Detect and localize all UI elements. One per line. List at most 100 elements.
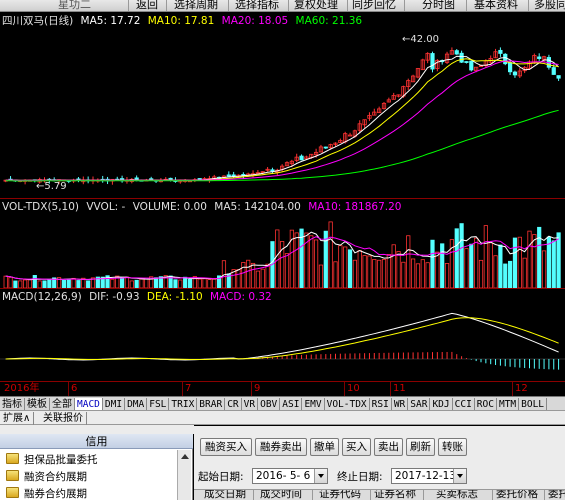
folder-icon [6, 470, 19, 481]
end-date-label: 终止日期: [337, 471, 383, 483]
end-date-picker[interactable]: 2017-12-13 [391, 468, 467, 484]
volume-bar [61, 279, 67, 288]
volume-bar [207, 279, 212, 288]
credit-panel: 信用 担保品批量委托 融资合约展期 融券合约展期 [0, 434, 193, 500]
chevron-down-icon[interactable] [314, 469, 327, 483]
tab-sar[interactable]: SAR [408, 398, 431, 410]
menu-item-select-period[interactable]: 选择周期 [174, 0, 218, 11]
volume-bar [459, 223, 464, 288]
volume-bar [406, 235, 411, 288]
col-trade-time[interactable]: 成交时间 [260, 490, 302, 500]
candle-body [347, 134, 353, 137]
col-order-qty[interactable]: 委托数量 [548, 490, 565, 500]
tab-wr[interactable]: WR [392, 398, 409, 410]
col-security-name[interactable]: 证券名称 [374, 490, 416, 500]
tab-kdj[interactable]: KDJ [430, 398, 453, 410]
tab-macd[interactable]: MACD [75, 398, 103, 410]
low-price-label: ←5.79 [36, 181, 67, 192]
tab-indicator[interactable]: 指标 [0, 398, 25, 410]
volume-bar [410, 258, 416, 288]
tab-asi[interactable]: ASI [280, 398, 303, 410]
transfer-button[interactable]: 转账 [438, 438, 467, 456]
tab-obv[interactable]: OBV [258, 398, 281, 410]
tab-vol-tdx[interactable]: VOL-TDX [325, 398, 370, 410]
macd-chart[interactable] [0, 304, 565, 381]
volume-bar [260, 268, 265, 288]
volume-bar [284, 253, 290, 288]
menu-item-broker: 星功二 [58, 0, 91, 11]
sell-button[interactable]: 卖出 [374, 438, 403, 456]
menu-item-intraday[interactable]: 分时图 [422, 0, 455, 11]
kline-chart[interactable]: ←42.00 ←5.79 [0, 28, 565, 198]
stock-name: 四川双马(日线) [2, 15, 74, 27]
tab-template[interactable]: 模板 [25, 398, 50, 410]
volume-bar [420, 259, 425, 288]
volume-chart[interactable] [0, 214, 565, 288]
tab-all[interactable]: 全部 [50, 398, 75, 410]
tab-cci[interactable]: CCI [453, 398, 475, 410]
tab-fsl[interactable]: FSL [147, 398, 170, 410]
tab-rsi[interactable]: RSI [370, 398, 392, 410]
tab-emv[interactable]: EMV [302, 398, 325, 410]
short-sell-button[interactable]: 融券卖出 [255, 438, 307, 456]
candle-body [299, 155, 304, 161]
tab-trix[interactable]: TRIX [169, 398, 198, 410]
volume-bar [381, 258, 387, 288]
menu-short-contract-extension-label: 融券合约展期 [24, 488, 87, 500]
volume-bar [469, 243, 474, 288]
credit-panel-title: 信用 [0, 434, 193, 449]
volume-bar [396, 251, 401, 288]
tab-extend[interactable]: 扩展∧ [0, 412, 35, 425]
candle-body [464, 61, 469, 63]
tab-vr[interactable]: VR [242, 398, 259, 410]
tab-boll[interactable]: BOLL [519, 398, 548, 410]
col-trade-date[interactable]: 成交日期 [204, 490, 246, 500]
volume-bar [333, 261, 338, 288]
menu-margin-contract-extension[interactable]: 融资合约展期 [6, 469, 87, 485]
menu-item-rights-adjust[interactable]: 复权处理 [294, 0, 338, 11]
volume-bar [430, 239, 435, 288]
tab-brar[interactable]: BRAR [197, 398, 226, 410]
menu-item-sync-recall[interactable]: 同步回忆 [352, 0, 396, 11]
margin-buy-button[interactable]: 融资买入 [200, 438, 252, 456]
buy-button[interactable]: 买入 [342, 438, 371, 456]
tab-roc[interactable]: ROC [475, 398, 497, 410]
col-order-price[interactable]: 委托价格 [496, 490, 538, 500]
volume-bar [110, 278, 115, 288]
tab-dma[interactable]: DMA [125, 398, 148, 410]
candle-body [503, 53, 508, 65]
tab-related-quotes[interactable]: 关联报价 [40, 412, 87, 425]
volume-bar [493, 255, 498, 288]
tab-cr[interactable]: CR [225, 398, 242, 410]
menu-collateral-batch-order[interactable]: 担保品批量委托 [6, 452, 98, 468]
cancel-order-button[interactable]: 撤单 [310, 438, 339, 456]
volume-bar [183, 276, 188, 288]
menu-short-contract-extension[interactable]: 融券合约展期 [6, 486, 87, 500]
col-security-code[interactable]: 证券代码 [319, 490, 361, 500]
menu-item-select-indicator[interactable]: 选择指标 [235, 0, 279, 11]
candle-body [430, 53, 435, 70]
menu-item-back[interactable]: 返回 [136, 0, 158, 11]
scroll-up-icon[interactable] [181, 454, 189, 459]
volume-indicator-name: VOL-TDX(5,10) [2, 201, 80, 213]
menu-item-basic-info[interactable]: 基本资料 [474, 0, 518, 11]
col-buy-sell-flag[interactable]: 买卖标志 [436, 490, 478, 500]
volume-bar [13, 280, 18, 288]
volume-bar [357, 250, 362, 288]
volume-bar [488, 242, 493, 288]
start-date-picker[interactable]: 2016- 5- 6 [252, 468, 328, 484]
volume-bar [42, 280, 47, 288]
tab-dmi[interactable]: DMI [103, 398, 126, 410]
credit-panel-scrollbar[interactable] [177, 450, 191, 500]
volume-bar [512, 237, 518, 288]
refresh-button[interactable]: 刷新 [406, 438, 435, 456]
volume-bar [173, 279, 178, 288]
volume-bar [386, 254, 391, 288]
chevron-down-icon[interactable] [453, 469, 466, 483]
candle-body [197, 178, 202, 180]
dif-line [5, 312, 559, 361]
menu-item-multi-stock[interactable]: 多股同列 [534, 0, 565, 11]
tab-mtm[interactable]: MTM [497, 398, 520, 410]
ma20-line [5, 60, 559, 181]
volume-bar [338, 245, 343, 288]
